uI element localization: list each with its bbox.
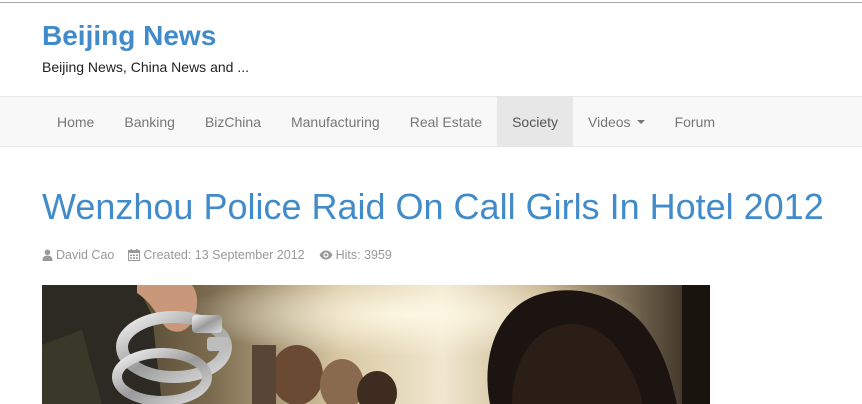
created-date: Created: 13 September 2012 [143,248,305,262]
nav-item-label: Banking [124,114,175,130]
nav-item-banking[interactable]: Banking [109,97,190,147]
nav-item-label: Society [512,114,558,130]
nav-item-real-estate[interactable]: Real Estate [395,97,497,147]
nav-item-label: Real Estate [409,114,483,130]
hits-count: Hits: 3959 [335,248,392,262]
article-author: David Cao [42,248,114,262]
nav-item-label: Videos [588,114,631,130]
nav-menu: Home Banking BizChina Manufacturing Real… [42,97,730,147]
nav-item-bizchina[interactable]: BizChina [190,97,276,147]
nav-item-label: Manufacturing [290,114,380,130]
article-title[interactable]: Wenzhou Police Raid On Call Girls In Hot… [42,186,824,228]
nav-item-label: Home [57,114,95,130]
site-title[interactable]: Beijing News [42,18,249,54]
author-name: David Cao [56,248,115,262]
calendar-icon [128,249,141,261]
nav-item-label: Forum [674,114,716,130]
article-hits: Hits: 3959 [319,248,392,262]
article-photo-image [42,285,710,404]
nav-item-society[interactable]: Society [497,97,573,147]
nav-item-forum[interactable]: Forum [660,97,730,147]
main-navbar: Home Banking BizChina Manufacturing Real… [0,96,862,147]
site-tagline: Beijing News, China News and ... [42,59,249,75]
article-created: Created: 13 September 2012 [128,248,305,262]
caret-down-icon [636,120,645,124]
article-photo [42,285,710,404]
nav-item-home[interactable]: Home [42,97,109,147]
site-header: Beijing News Beijing News, China News an… [42,18,249,76]
user-icon [42,249,53,261]
nav-item-manufacturing[interactable]: Manufacturing [276,97,395,147]
nav-item-videos[interactable]: Videos [573,97,660,147]
nav-item-label: BizChina [204,114,261,130]
top-divider [0,2,862,3]
article-meta: David Cao Created: 13 September 2012 Hit… [42,248,406,262]
eye-icon [319,250,333,260]
